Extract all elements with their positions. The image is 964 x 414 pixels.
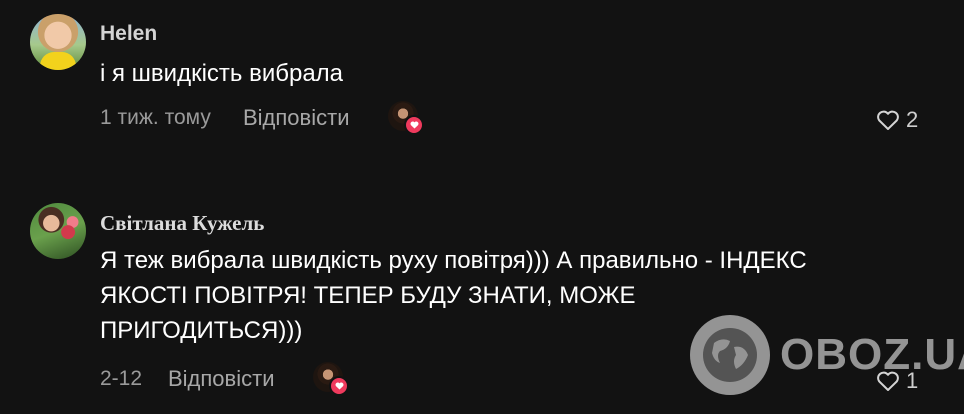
heart-outline-icon: [877, 110, 899, 130]
creator-liked-avatar: [388, 101, 424, 135]
oboz-watermark: OBOZ.UA: [690, 315, 964, 395]
avatar-svitlana[interactable]: [30, 203, 86, 259]
reply-button[interactable]: Відповісти: [243, 105, 350, 131]
like-count: 2: [906, 107, 919, 132]
comment-text: і я швидкість вибрала: [100, 60, 344, 87]
comment-author[interactable]: Helen: [100, 22, 157, 46]
comment-author[interactable]: Світлана Кужель: [100, 211, 264, 236]
avatar-helen[interactable]: [30, 14, 86, 70]
comment-timestamp: 2-12: [100, 367, 143, 390]
watermark-text: OBOZ.UA: [780, 330, 964, 379]
comment-timestamp: 1 тиж. тому: [100, 106, 211, 129]
creator-liked-avatar: [313, 362, 349, 396]
heart-badge-icon: [329, 376, 349, 396]
reply-button[interactable]: Відповісти: [168, 366, 275, 392]
like-button[interactable]: 2: [876, 107, 918, 133]
heart-badge-icon: [404, 115, 424, 135]
globe-icon: [690, 315, 770, 395]
